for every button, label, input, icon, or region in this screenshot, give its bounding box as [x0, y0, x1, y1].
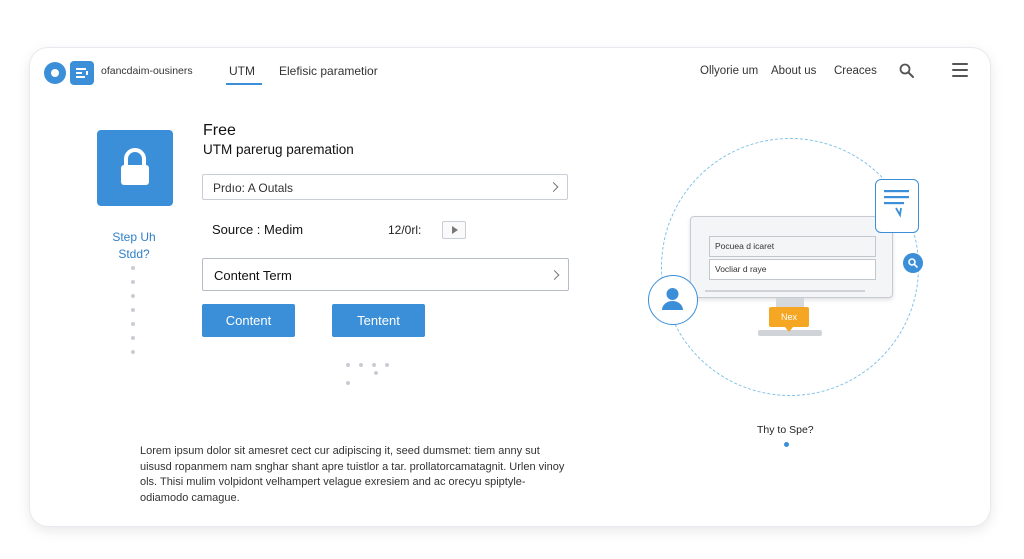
magnifier-icon: [903, 253, 923, 273]
try-indicator-dot: [784, 442, 789, 447]
nav-link-about[interactable]: About us: [771, 65, 816, 77]
try-label: Thy to Spe?: [757, 424, 814, 436]
pager-dots: [346, 354, 410, 390]
nav-link-creaces[interactable]: Creaces: [834, 65, 877, 77]
product-select[interactable]: Prdıo: A Outals: [202, 174, 568, 200]
nex-badge: Nex: [769, 307, 809, 332]
search-icon[interactable]: [898, 62, 916, 80]
lock-icon: [97, 130, 173, 206]
nav-link-ollyorie[interactable]: Ollyorie um: [700, 65, 758, 77]
brand-name[interactable]: ofancdaim-ousiners: [101, 65, 193, 77]
content-term-label: Content Term: [214, 268, 292, 283]
hamburger-menu-icon[interactable]: [952, 63, 968, 79]
active-tab-indicator: [226, 83, 262, 85]
step-progress-dots: [131, 266, 137, 364]
content-term-select[interactable]: Content Term: [202, 258, 569, 291]
date-value: 12/0rl:: [388, 223, 422, 237]
logo-circle-icon[interactable]: [44, 62, 66, 84]
form-title: Free: [203, 122, 236, 139]
step-label: Step Uh Stdd?: [96, 229, 172, 263]
play-icon[interactable]: [442, 221, 466, 239]
tab-utm[interactable]: UTM: [229, 64, 255, 78]
chat-icon: [875, 179, 919, 233]
body-paragraph: Lorem ipsum dolor sit amesret cect cur a…: [140, 445, 565, 504]
step-label-line1: Step Uh: [112, 230, 156, 244]
content-button[interactable]: Content: [202, 304, 295, 337]
tab-parameter[interactable]: Elefisic parametior: [279, 64, 378, 78]
logo-square-icon[interactable]: [70, 61, 94, 85]
product-select-value: Prdıo: A Outals: [213, 181, 294, 195]
monitor-field-1: Pocuea d icaret: [709, 236, 876, 257]
user-icon: [648, 275, 698, 325]
monitor-illustration: Pocuea d icaret Vocliar d raye: [690, 216, 893, 298]
pager-dot: [374, 371, 378, 375]
form-subtitle: UTM parerug paremation: [203, 142, 354, 157]
logo-lines-icon: [76, 68, 88, 78]
monitor-bar: [705, 290, 865, 292]
chevron-right-icon: [549, 269, 560, 280]
source-medium-label: Source : Medim: [212, 222, 304, 237]
chevron-right-icon: [548, 182, 559, 192]
step-label-line2: Stdd?: [118, 247, 150, 261]
monitor-field-2: Vocliar d raye: [709, 259, 876, 280]
tentent-button[interactable]: Tentent: [332, 304, 425, 337]
